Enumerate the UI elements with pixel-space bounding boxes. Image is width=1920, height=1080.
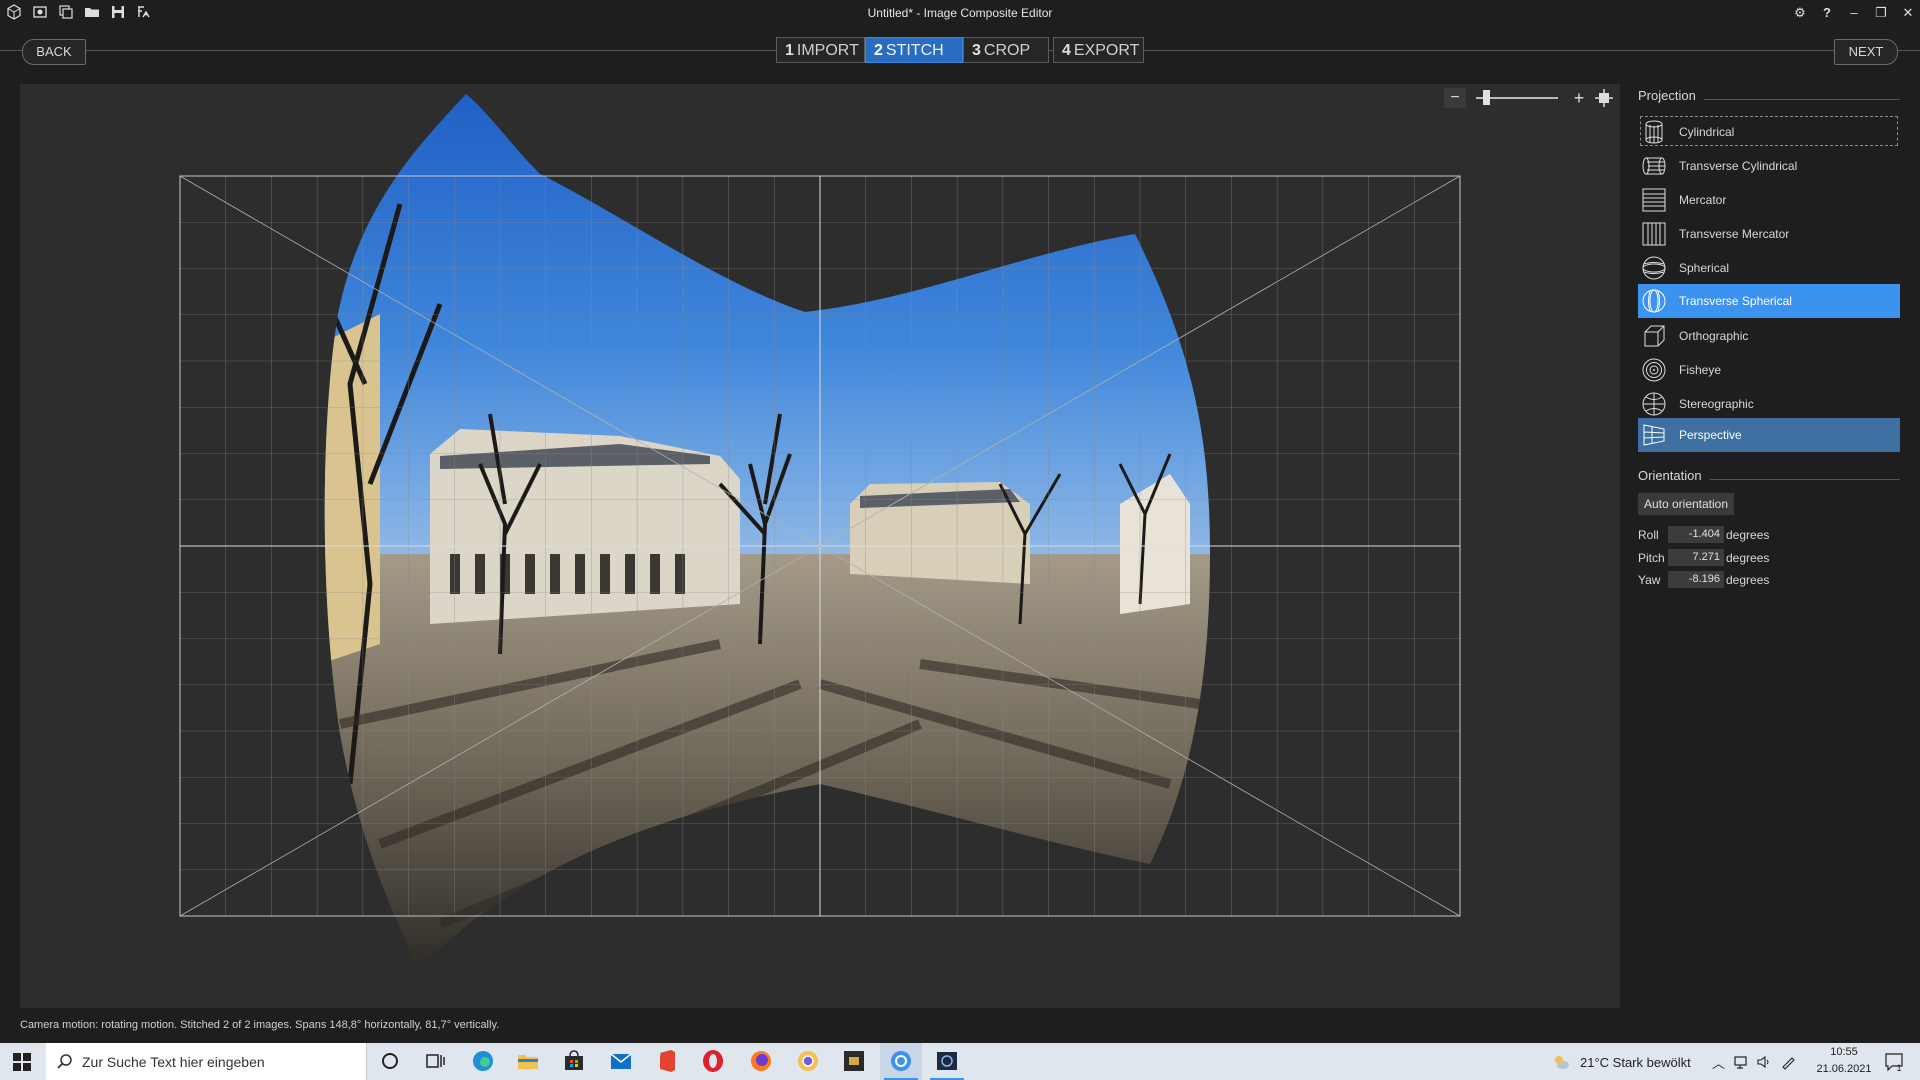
network-icon[interactable] (1734, 1054, 1750, 1070)
transverse-mercator-icon (1642, 222, 1666, 246)
spherical-icon (1642, 256, 1666, 280)
image-composite-editor-icon[interactable] (888, 1048, 914, 1074)
restore-icon[interactable]: ❐ (1870, 3, 1892, 23)
projection-item-fisheye[interactable]: Fisheye (1638, 354, 1900, 386)
zoom-out-button[interactable]: − (1444, 88, 1466, 108)
projection-label: Perspective (1679, 428, 1742, 442)
orthographic-icon (1644, 325, 1665, 347)
firefox-icon[interactable] (748, 1048, 774, 1074)
yaw-unit: degrees (1726, 573, 1770, 587)
projection-title: Projection (1638, 88, 1696, 103)
search-placeholder: Zur Suche Text hier eingeben (82, 1054, 265, 1070)
notification-count: 1 (1896, 1063, 1902, 1073)
projection-label: Spherical (1679, 261, 1730, 275)
zoom-in-button[interactable]: + (1568, 88, 1590, 108)
close-icon[interactable]: ✕ (1897, 3, 1919, 23)
projection-item-cylindrical[interactable]: Cylindrical (1638, 116, 1900, 148)
mercator-icon (1642, 188, 1666, 212)
tray-overflow-icon[interactable]: ︿ (1712, 1053, 1725, 1072)
search-icon (56, 1053, 74, 1071)
volume-icon[interactable] (1756, 1054, 1772, 1070)
back-button[interactable]: BACK (22, 39, 86, 65)
chrome-icon[interactable] (795, 1048, 821, 1074)
step-stitch[interactable]: 2 STITCH (865, 37, 963, 63)
task-view-icon[interactable] (422, 1048, 448, 1074)
step-number: 2 (874, 42, 883, 59)
roll-input[interactable]: -1.404 (1668, 526, 1724, 543)
step-import[interactable]: 1 IMPORT (776, 37, 865, 63)
weather-icon[interactable] (1552, 1054, 1570, 1070)
step-label: EXPORT (1073, 42, 1140, 59)
status-text: Camera motion: rotating motion. Stitched… (20, 1019, 500, 1031)
pitch-label: Pitch (1638, 551, 1665, 565)
projection-label: Transverse Cylindrical (1679, 159, 1798, 173)
start-icon[interactable] (12, 1052, 32, 1072)
projection-item-transverse-cylindrical[interactable]: Transverse Cylindrical (1638, 150, 1900, 182)
orientation-title: Orientation (1638, 468, 1702, 483)
cortana-icon[interactable] (377, 1048, 403, 1074)
step-number: 4 (1062, 42, 1071, 59)
projection-label: Transverse Spherical (1679, 294, 1792, 308)
step-number: 1 (785, 42, 794, 59)
step-crop[interactable]: 3 CROP (963, 37, 1049, 63)
stereographic-icon (1642, 392, 1666, 416)
projection-item-transverse-spherical[interactable]: Transverse Spherical (1638, 284, 1900, 318)
section-divider (1704, 99, 1900, 100)
opera-icon[interactable] (700, 1048, 726, 1074)
projection-item-mercator[interactable]: Mercator (1638, 184, 1900, 216)
step-label: IMPORT (796, 42, 859, 59)
panorama-preview[interactable] (20, 84, 1620, 1008)
perspective-icon (1643, 424, 1665, 446)
section-divider (1710, 479, 1900, 480)
store-icon[interactable] (561, 1048, 587, 1074)
projection-item-transverse-mercator[interactable]: Transverse Mercator (1638, 218, 1900, 250)
step-label: CROP (983, 42, 1031, 59)
fisheye-icon (1642, 358, 1666, 382)
cylindrical-icon (1645, 120, 1663, 144)
settings-icon[interactable]: ⚙ (1789, 3, 1811, 23)
pitch-input[interactable]: 7.271 (1668, 549, 1724, 566)
fit-to-window-icon[interactable] (1594, 88, 1614, 108)
projection-item-spherical[interactable]: Spherical (1638, 252, 1900, 284)
roll-unit: degrees (1726, 528, 1770, 542)
projection-label: Stereographic (1679, 397, 1754, 411)
mail-icon[interactable] (608, 1048, 634, 1074)
projection-label: Mercator (1679, 193, 1727, 207)
zoom-slider-thumb[interactable] (1482, 90, 1490, 105)
minimize-icon[interactable]: – (1843, 3, 1865, 23)
yaw-input[interactable]: -8.196 (1668, 571, 1724, 588)
step-number: 3 (972, 42, 981, 59)
help-icon[interactable]: ? (1816, 3, 1838, 23)
window-title: Untitled* - Image Composite Editor (867, 6, 1053, 20)
app-monitor-icon[interactable] (934, 1048, 960, 1074)
projection-label: Orthographic (1679, 329, 1749, 343)
projection-label: Cylindrical (1679, 125, 1735, 139)
transverse-cylindrical-icon (1642, 157, 1666, 175)
projection-label: Fisheye (1679, 363, 1722, 377)
app-dark-icon[interactable] (841, 1048, 867, 1074)
projection-label: Transverse Mercator (1679, 227, 1790, 241)
projection-item-orthographic[interactable]: Orthographic (1638, 320, 1900, 352)
projection-item-stereographic[interactable]: Stereographic (1638, 388, 1900, 420)
roll-label: Roll (1638, 528, 1659, 542)
auto-orientation-button[interactable]: Auto orientation (1638, 493, 1734, 515)
next-button[interactable]: NEXT (1834, 39, 1898, 65)
yaw-label: Yaw (1638, 573, 1661, 587)
edge-icon[interactable] (470, 1048, 496, 1074)
step-label: STITCH (885, 42, 944, 59)
file-explorer-icon[interactable] (515, 1048, 541, 1074)
projection-item-perspective[interactable]: Perspective (1638, 418, 1900, 452)
office-icon[interactable] (654, 1048, 680, 1074)
transverse-spherical-icon (1642, 289, 1666, 313)
stitch-canvas[interactable] (20, 84, 1620, 1008)
pitch-unit: degrees (1726, 551, 1770, 565)
step-export[interactable]: 4 EXPORT (1053, 37, 1144, 63)
weather-text[interactable]: 21°C Stark bewölkt (1580, 1055, 1691, 1070)
clock-date[interactable]: 21.06.2021 (1810, 1063, 1878, 1075)
stitched-image (324, 94, 1210, 970)
clock-time[interactable]: 10:55 (1824, 1046, 1864, 1058)
pen-icon[interactable] (1780, 1054, 1796, 1070)
